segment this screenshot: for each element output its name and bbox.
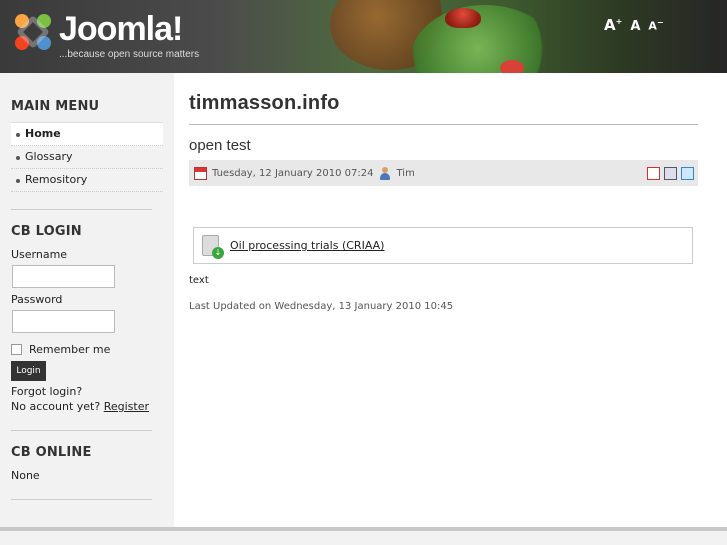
forgot-login-link[interactable]: Forgot login?: [11, 385, 82, 398]
font-increase-button[interactable]: A+: [604, 16, 622, 34]
left-sidebar: MAIN MENU Home Glossary Remository CB LO…: [0, 73, 174, 528]
font-size-controls: A+ A A−: [604, 16, 664, 34]
article-title: open test: [189, 137, 251, 154]
sidebar-divider: [11, 499, 152, 500]
joomla-logo-icon: [13, 12, 53, 52]
remember-me-label: Remember me: [29, 343, 111, 356]
menu-item-remository[interactable]: Remository: [11, 169, 163, 192]
joomla-logo[interactable]: Joomla! ...because open source matters: [13, 12, 199, 60]
calendar-icon: [194, 166, 207, 180]
article-author: Tim: [396, 167, 415, 179]
password-label: Password: [11, 293, 63, 306]
font-decrease-button[interactable]: A−: [648, 18, 663, 33]
header-background-frog-toe: [500, 60, 524, 73]
article-date: Tuesday, 12 January 2010 07:24: [212, 167, 374, 179]
last-updated: Last Updated on Wednesday, 13 January 20…: [189, 301, 454, 312]
cb-online-title: CB ONLINE: [11, 445, 92, 460]
username-input[interactable]: [12, 265, 115, 288]
password-input[interactable]: [12, 310, 115, 333]
sidebar-divider: [11, 430, 152, 431]
menu-item-home[interactable]: Home: [11, 123, 163, 146]
pdf-icon[interactable]: [647, 166, 660, 180]
sidebar-divider: [11, 209, 152, 210]
main-menu: Home Glossary Remository: [11, 122, 163, 192]
logo-tagline: ...because open source matters: [59, 49, 200, 60]
article-body: text: [189, 275, 209, 286]
title-divider: [189, 124, 698, 125]
menu-item-glossary[interactable]: Glossary: [11, 146, 163, 169]
register-link[interactable]: Register: [104, 400, 149, 413]
attachment-link[interactable]: Oil processing trials (CRIAA): [230, 239, 384, 252]
username-label: Username: [11, 248, 68, 261]
site-footer: [0, 531, 727, 545]
cb-login-title: CB LOGIN: [11, 224, 82, 239]
email-icon[interactable]: [681, 166, 694, 180]
header-background-frog-eye: [445, 8, 481, 28]
main-content: timmasson.info open test Tuesday, 12 Jan…: [189, 73, 698, 312]
user-icon: [379, 166, 391, 180]
print-icon[interactable]: [664, 166, 677, 180]
font-reset-button[interactable]: A: [630, 19, 640, 34]
site-title: timmasson.info: [189, 92, 340, 114]
login-button[interactable]: Login: [11, 361, 46, 381]
attachment-box: ↓ Oil processing trials (CRIAA): [193, 227, 693, 264]
remember-me-checkbox[interactable]: [11, 344, 22, 355]
main-menu-title: MAIN MENU: [11, 99, 100, 114]
remember-me-row: Remember me: [11, 343, 163, 356]
logo-wordmark: Joomla!: [59, 10, 183, 48]
no-account-text: No account yet?: [11, 400, 101, 413]
cb-online-status: None: [11, 469, 40, 482]
file-download-icon[interactable]: ↓: [202, 234, 224, 259]
site-header: Joomla! ...because open source matters A…: [0, 0, 727, 73]
article-meta-bar: Tuesday, 12 January 2010 07:24 Tim: [189, 160, 698, 186]
